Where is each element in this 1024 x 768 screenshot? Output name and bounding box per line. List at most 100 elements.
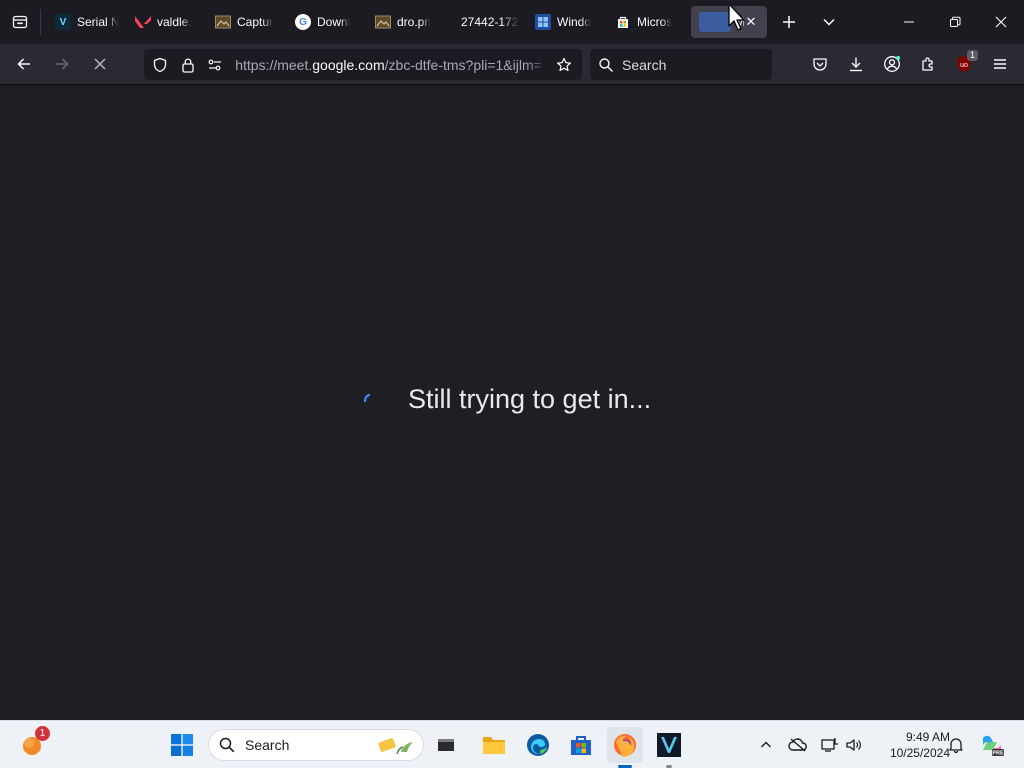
permissions-icon <box>208 59 222 70</box>
minimize-icon <box>904 21 914 23</box>
cloud-offline-icon <box>788 738 807 752</box>
stop-loading-button[interactable] <box>82 48 118 80</box>
download-icon <box>850 57 862 72</box>
tab-separator <box>40 9 41 35</box>
star-icon <box>557 57 572 71</box>
mouse-cursor-icon <box>728 6 745 31</box>
widgets-button[interactable]: 1 <box>14 726 50 763</box>
url-text[interactable]: https://meet.google.com/zbc-dtfe-tms?pli… <box>235 57 550 73</box>
app-menu-button[interactable] <box>982 48 1018 80</box>
image-file-icon <box>375 14 391 30</box>
task-view-button[interactable] <box>428 727 464 763</box>
tracking-protection-button[interactable] <box>146 49 174 80</box>
tab-title: Downl <box>317 15 351 29</box>
tab-serial[interactable]: V Serial N <box>47 6 127 38</box>
clock-time: 9:49 AM <box>905 730 950 744</box>
bookmark-button[interactable] <box>550 49 578 80</box>
tab-strip: V Serial N valdle. Captur G Downl dro.pn <box>0 0 1024 44</box>
tab-favicon-icon: V <box>55 14 71 30</box>
arrow-left-icon <box>17 58 30 70</box>
show-hidden-icons-button[interactable] <box>754 721 778 768</box>
tab-meet-active[interactable]: M ✕ <box>691 6 767 38</box>
search-highlight-icon <box>378 738 413 755</box>
tab-capture[interactable]: Captur <box>207 6 287 38</box>
new-tab-button[interactable] <box>769 0 809 44</box>
tab-27442[interactable]: 27442-1726 <box>447 6 527 38</box>
tab-download[interactable]: G Downl <box>287 6 367 38</box>
firefox-button[interactable] <box>607 727 643 768</box>
chevron-down-icon <box>823 18 835 26</box>
site-security-button[interactable] <box>174 49 202 80</box>
toolbar-actions: uo 1 <box>802 48 1018 80</box>
tab-title: Serial N <box>77 15 119 29</box>
search-icon <box>219 737 235 753</box>
svg-text:uo: uo <box>960 62 968 69</box>
ublock-origin-button[interactable]: uo 1 <box>946 48 982 80</box>
volume-tray-icon[interactable] <box>842 721 866 768</box>
clock-date: 10/25/2024 <box>889 746 950 760</box>
account-button[interactable] <box>874 48 910 80</box>
firefox-view-icon <box>12 15 28 29</box>
search-placeholder: Search <box>622 56 667 73</box>
network-tray-icon[interactable] <box>818 721 842 768</box>
shield-icon <box>153 57 167 72</box>
tab-windows[interactable]: Windo <box>527 6 607 38</box>
pocket-button[interactable] <box>802 48 838 80</box>
plus-icon <box>783 16 795 28</box>
minimize-button[interactable] <box>886 0 932 44</box>
file-explorer-button[interactable] <box>476 727 512 763</box>
store-bag-icon <box>571 736 591 755</box>
lock-icon <box>181 58 194 73</box>
system-clock[interactable]: 9:49 AM 10/25/2024 <box>870 729 950 761</box>
window-controls <box>886 0 1024 44</box>
pocket-icon <box>813 58 827 71</box>
restore-button[interactable] <box>932 0 978 44</box>
microsoft-store-icon <box>615 14 631 30</box>
extensions-button[interactable] <box>910 48 946 80</box>
folder-icon <box>483 737 505 754</box>
widgets-badge: 1 <box>35 726 50 741</box>
speaker-icon <box>846 739 861 751</box>
taskbar-search-placeholder: Search <box>245 737 290 753</box>
notifications-button[interactable] <box>944 721 968 768</box>
page-content: Still trying to get in... <box>0 86 1024 720</box>
url-domain: google.com <box>312 56 385 73</box>
taskbar-search[interactable]: Search <box>208 729 424 761</box>
tab-dro[interactable]: dro.pn <box>367 6 447 38</box>
bell-icon <box>949 738 963 753</box>
status-message: Still trying to get in... <box>408 384 652 414</box>
onedrive-tray-icon[interactable] <box>786 721 810 768</box>
image-file-icon <box>215 14 231 30</box>
close-icon <box>995 16 1007 28</box>
tab-title: 27442-1726 <box>461 15 519 29</box>
search-bar[interactable]: Search <box>590 49 772 80</box>
tab-title: dro.pn <box>397 15 432 29</box>
join-status: Still trying to get in... <box>360 384 651 415</box>
svg-text:PRE: PRE <box>992 751 1004 757</box>
tab-microsoft[interactable]: Micros <box>607 6 687 38</box>
hamburger-menu-icon <box>994 59 1006 69</box>
tab-list: V Serial N valdle. Captur G Downl dro.pn <box>47 0 767 44</box>
microsoft-store-button[interactable] <box>563 727 599 763</box>
tab-valdle[interactable]: valdle. <box>127 6 207 38</box>
google-logo-icon: G <box>295 14 311 30</box>
valorant-tracker-button[interactable] <box>651 727 687 768</box>
account-icon <box>884 56 900 72</box>
copilot-button[interactable]: PRE <box>976 721 1008 768</box>
tab-title: Windo <box>557 15 592 29</box>
firefox-view-button[interactable] <box>0 0 40 44</box>
forward-button[interactable] <box>44 48 80 80</box>
network-icon <box>821 738 838 752</box>
downloads-button[interactable] <box>838 48 874 80</box>
stop-icon <box>94 58 106 70</box>
close-window-button[interactable] <box>978 0 1024 44</box>
permissions-button[interactable] <box>201 49 229 80</box>
start-button[interactable] <box>164 727 200 763</box>
valorant-logo-icon <box>135 14 151 30</box>
edge-browser-icon <box>527 734 549 756</box>
back-button[interactable] <box>6 48 42 80</box>
url-bar[interactable]: https://meet.google.com/zbc-dtfe-tms?pli… <box>144 49 582 80</box>
edge-button[interactable] <box>520 727 556 763</box>
chevron-up-icon <box>761 741 771 748</box>
list-all-tabs-button[interactable] <box>809 0 849 44</box>
